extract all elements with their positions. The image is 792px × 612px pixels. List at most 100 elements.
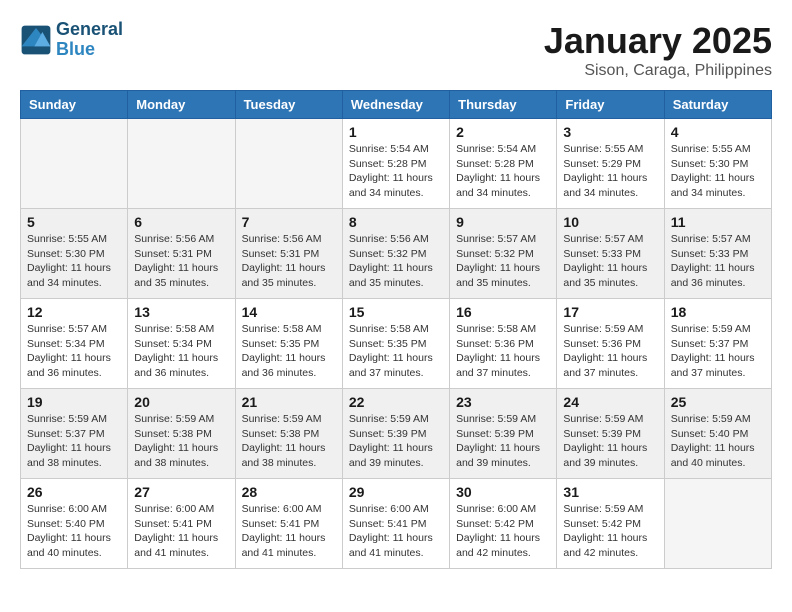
table-row: 14 Sunrise: 5:58 AMSunset: 5:35 PMDayligh… [235,299,342,389]
day-number: 3 [563,124,657,140]
table-row: 23 Sunrise: 5:59 AMSunset: 5:39 PMDayligh… [450,389,557,479]
table-row: 25Sunrise: 5:59 AMSunset: 5:40 PMDayligh… [664,389,771,479]
table-row: 19 Sunrise: 5:59 AMSunset: 5:37 PMDayligh… [21,389,128,479]
header-wednesday: Wednesday [342,91,449,119]
day-number: 28 [242,484,336,500]
day-number: 18 [671,304,765,320]
table-row: 29 Sunrise: 6:00 AMSunset: 5:41 PMDayligh… [342,479,449,569]
day-info: Sunrise: 5:58 AMSunset: 5:35 PMDaylight:… [242,322,336,381]
day-info: Sunrise: 6:00 AMSunset: 5:40 PMDaylight:… [27,502,121,561]
table-row [21,119,128,209]
table-row: 2 Sunrise: 5:54 AMSunset: 5:28 PMDaylight… [450,119,557,209]
day-number: 14 [242,304,336,320]
table-row: 26 Sunrise: 6:00 AMSunset: 5:40 PMDayligh… [21,479,128,569]
table-row: 24Sunrise: 5:59 AMSunset: 5:39 PMDayligh… [557,389,664,479]
day-info: Sunrise: 5:54 AMSunset: 5:28 PMDaylight:… [349,142,443,201]
calendar-week-row: 5 Sunrise: 5:55 AMSunset: 5:30 PMDaylight… [21,209,772,299]
header-sunday: Sunday [21,91,128,119]
table-row: 3 Sunrise: 5:55 AMSunset: 5:29 PMDaylight… [557,119,664,209]
day-info: Sunrise: 5:59 AMSunset: 5:39 PMDaylight:… [349,412,443,471]
table-row: 12Sunrise: 5:57 AMSunset: 5:34 PMDayligh… [21,299,128,389]
day-info: Sunrise: 6:00 AMSunset: 5:41 PMDaylight:… [242,502,336,561]
day-info: Sunrise: 5:59 AMSunset: 5:42 PMDaylight:… [563,502,657,561]
day-number: 22 [349,394,443,410]
day-info: Sunrise: 5:54 AMSunset: 5:28 PMDaylight:… [456,142,550,201]
table-row: 10 Sunrise: 5:57 AMSunset: 5:33 PMDayligh… [557,209,664,299]
header-friday: Friday [557,91,664,119]
day-number: 25 [671,394,765,410]
day-number: 6 [134,214,228,230]
day-number: 13 [134,304,228,320]
day-number: 19 [27,394,121,410]
day-info: Sunrise: 5:57 AMSunset: 5:33 PMDaylight:… [563,232,657,291]
day-info: Sunrise: 5:59 AMSunset: 5:38 PMDaylight:… [134,412,228,471]
table-row: 21 Sunrise: 5:59 AMSunset: 5:38 PMDayligh… [235,389,342,479]
table-row [664,479,771,569]
day-number: 30 [456,484,550,500]
table-row: 9 Sunrise: 5:57 AMSunset: 5:32 PMDaylight… [450,209,557,299]
table-row: 15Sunrise: 5:58 AMSunset: 5:35 PMDayligh… [342,299,449,389]
table-row: 20Sunrise: 5:59 AMSunset: 5:38 PMDayligh… [128,389,235,479]
logo-line2: Blue [56,39,95,59]
day-number: 9 [456,214,550,230]
day-info: Sunrise: 5:58 AMSunset: 5:34 PMDaylight:… [134,322,228,381]
header-thursday: Thursday [450,91,557,119]
day-number: 2 [456,124,550,140]
day-number: 26 [27,484,121,500]
day-info: Sunrise: 6:00 AMSunset: 5:42 PMDaylight:… [456,502,550,561]
day-info: Sunrise: 5:55 AMSunset: 5:29 PMDaylight:… [563,142,657,201]
header-tuesday: Tuesday [235,91,342,119]
day-info: Sunrise: 6:00 AMSunset: 5:41 PMDaylight:… [134,502,228,561]
day-info: Sunrise: 5:57 AMSunset: 5:34 PMDaylight:… [27,322,121,381]
day-info: Sunrise: 5:57 AMSunset: 5:33 PMDaylight:… [671,232,765,291]
subtitle: Sison, Caraga, Philippines [544,62,772,80]
title-section: January 2025 Sison, Caraga, Philippines [544,20,772,80]
day-number: 23 [456,394,550,410]
day-number: 7 [242,214,336,230]
table-row [128,119,235,209]
day-info: Sunrise: 5:55 AMSunset: 5:30 PMDaylight:… [27,232,121,291]
day-info: Sunrise: 5:59 AMSunset: 5:36 PMDaylight:… [563,322,657,381]
table-row: 17 Sunrise: 5:59 AMSunset: 5:36 PMDayligh… [557,299,664,389]
day-number: 11 [671,214,765,230]
day-info: Sunrise: 5:59 AMSunset: 5:37 PMDaylight:… [27,412,121,471]
day-info: Sunrise: 5:56 AMSunset: 5:31 PMDaylight:… [242,232,336,291]
table-row: 31 Sunrise: 5:59 AMSunset: 5:42 PMDayligh… [557,479,664,569]
logo: General Blue [20,20,123,60]
calendar-week-row: 1 Sunrise: 5:54 AMSunset: 5:28 PMDaylight… [21,119,772,209]
day-info: Sunrise: 5:55 AMSunset: 5:30 PMDaylight:… [671,142,765,201]
day-info: Sunrise: 6:00 AMSunset: 5:41 PMDaylight:… [349,502,443,561]
day-number: 4 [671,124,765,140]
day-info: Sunrise: 5:56 AMSunset: 5:31 PMDaylight:… [134,232,228,291]
day-info: Sunrise: 5:57 AMSunset: 5:32 PMDaylight:… [456,232,550,291]
day-info: Sunrise: 5:59 AMSunset: 5:39 PMDaylight:… [456,412,550,471]
day-info: Sunrise: 5:58 AMSunset: 5:36 PMDaylight:… [456,322,550,381]
table-row: 18 Sunrise: 5:59 AMSunset: 5:37 PMDayligh… [664,299,771,389]
calendar-week-row: 19 Sunrise: 5:59 AMSunset: 5:37 PMDayligh… [21,389,772,479]
table-row: 5 Sunrise: 5:55 AMSunset: 5:30 PMDaylight… [21,209,128,299]
table-row: 16Sunrise: 5:58 AMSunset: 5:36 PMDayligh… [450,299,557,389]
day-number: 17 [563,304,657,320]
calendar-week-row: 12Sunrise: 5:57 AMSunset: 5:34 PMDayligh… [21,299,772,389]
day-number: 5 [27,214,121,230]
calendar-week-row: 26 Sunrise: 6:00 AMSunset: 5:40 PMDayligh… [21,479,772,569]
header-monday: Monday [128,91,235,119]
logo-icon [20,24,52,56]
day-number: 31 [563,484,657,500]
day-number: 1 [349,124,443,140]
day-number: 21 [242,394,336,410]
day-number: 29 [349,484,443,500]
weekday-header-row: Sunday Monday Tuesday Wednesday Thursday… [21,91,772,119]
day-info: Sunrise: 5:56 AMSunset: 5:32 PMDaylight:… [349,232,443,291]
day-number: 10 [563,214,657,230]
table-row: 11 Sunrise: 5:57 AMSunset: 5:33 PMDayligh… [664,209,771,299]
day-info: Sunrise: 5:59 AMSunset: 5:37 PMDaylight:… [671,322,765,381]
table-row: 8 Sunrise: 5:56 AMSunset: 5:32 PMDaylight… [342,209,449,299]
header-saturday: Saturday [664,91,771,119]
calendar: Sunday Monday Tuesday Wednesday Thursday… [20,90,772,569]
day-info: Sunrise: 5:58 AMSunset: 5:35 PMDaylight:… [349,322,443,381]
table-row: 4 Sunrise: 5:55 AMSunset: 5:30 PMDaylight… [664,119,771,209]
day-number: 8 [349,214,443,230]
day-info: Sunrise: 5:59 AMSunset: 5:38 PMDaylight:… [242,412,336,471]
day-number: 24 [563,394,657,410]
